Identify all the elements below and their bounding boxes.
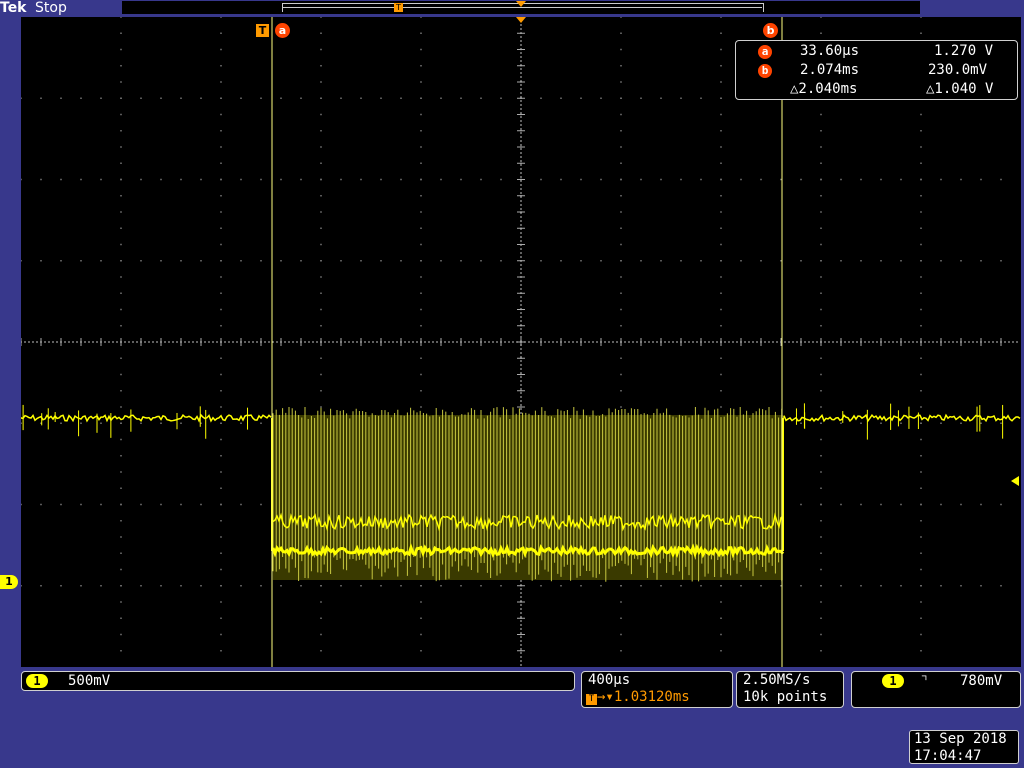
cursor-b-tag[interactable]: b <box>763 23 778 38</box>
horizontal-center-icon <box>516 17 526 23</box>
record-center-icon <box>516 1 526 7</box>
cursor-delta-time: △2.040ms <box>790 81 858 97</box>
record-view-bar[interactable]: T <box>122 1 920 14</box>
sample-rate: 2.50MS/s <box>743 672 811 688</box>
channel-1-scale-readout[interactable]: 1 500mV <box>21 671 575 691</box>
cursor-a-time: 33.60µs <box>800 43 860 59</box>
trigger-level-arrow-icon[interactable] <box>1011 476 1019 486</box>
falling-edge-icon: ⌝ <box>920 673 929 689</box>
trigger-icon: T <box>586 694 597 705</box>
channel-1-badge: 1 <box>26 674 48 688</box>
brand-logo: Tek <box>0 0 27 16</box>
graticule <box>21 17 1021 667</box>
record-trigger-icon: T <box>394 3 403 12</box>
record-length: 10k points <box>743 689 828 705</box>
date: 13 Sep 2018 <box>914 731 1007 747</box>
cursor-a-value: 1.270 V <box>934 43 994 59</box>
date-time-readout: 13 Sep 2018 17:04:47 <box>909 730 1019 764</box>
cursor-a-badge: a <box>758 45 772 59</box>
trigger-position: 1.03120ms <box>613 689 690 705</box>
trigger-source-badge: 1 <box>882 674 904 688</box>
channel-1-scale: 500mV <box>68 673 111 689</box>
cursor-b-time: 2.074ms <box>800 62 860 78</box>
cursor-b-badge: b <box>758 64 772 78</box>
trigger-readout[interactable]: 1 ⌝ 780mV <box>851 671 1021 708</box>
channel-1-ground-marker[interactable]: 1 <box>0 575 18 589</box>
waveform-display[interactable] <box>21 17 1021 667</box>
time: 17:04:47 <box>914 748 982 764</box>
trigger-level: 780mV <box>960 673 1003 689</box>
cursor-delta-value: △1.040 V <box>926 81 994 97</box>
acquisition-status: Stop <box>35 0 67 16</box>
record-window-line <box>282 7 762 8</box>
cursor-a-tag[interactable]: a <box>275 23 290 38</box>
cursor-readout-panel: a 33.60µs 1.270 V b 2.074ms 230.0mV △2.0… <box>735 40 1018 100</box>
trigger-arrow-icon: →▾ <box>597 689 614 705</box>
acquisition-readout[interactable]: 2.50MS/s 10k points <box>736 671 844 708</box>
horizontal-readout[interactable]: 400µs T →▾1.03120ms <box>581 671 733 708</box>
channel-1-waveform <box>21 403 1021 582</box>
time-per-division: 400µs <box>588 672 631 688</box>
cursor-b-value: 230.0mV <box>928 62 988 78</box>
trigger-position-icon[interactable]: T <box>256 24 269 37</box>
